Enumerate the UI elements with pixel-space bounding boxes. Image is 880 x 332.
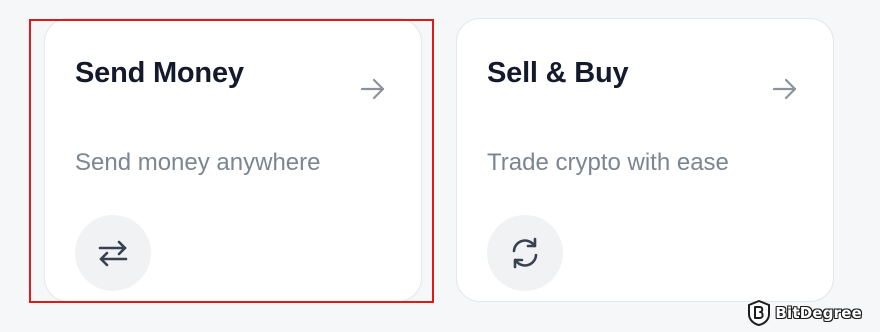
bitdegree-logo-icon xyxy=(748,300,771,326)
swap-arrows-icon xyxy=(98,240,128,267)
refresh-icon xyxy=(512,237,538,269)
arrow-right-icon[interactable] xyxy=(359,75,387,103)
swap-button[interactable] xyxy=(75,215,151,291)
card-title: Sell & Buy xyxy=(487,57,629,89)
card-description: Trade crypto with ease xyxy=(487,149,729,176)
send-money-card[interactable]: Send Money Send money anywhere xyxy=(44,18,422,302)
bitdegree-watermark: BitDegree xyxy=(748,300,862,326)
card-title: Send Money xyxy=(75,57,244,89)
sell-buy-card[interactable]: Sell & Buy Trade crypto with ease xyxy=(456,18,834,302)
card-description: Send money anywhere xyxy=(75,149,321,176)
arrow-right-icon[interactable] xyxy=(771,75,799,103)
watermark-text: BitDegree xyxy=(775,304,862,322)
refresh-button[interactable] xyxy=(487,215,563,291)
